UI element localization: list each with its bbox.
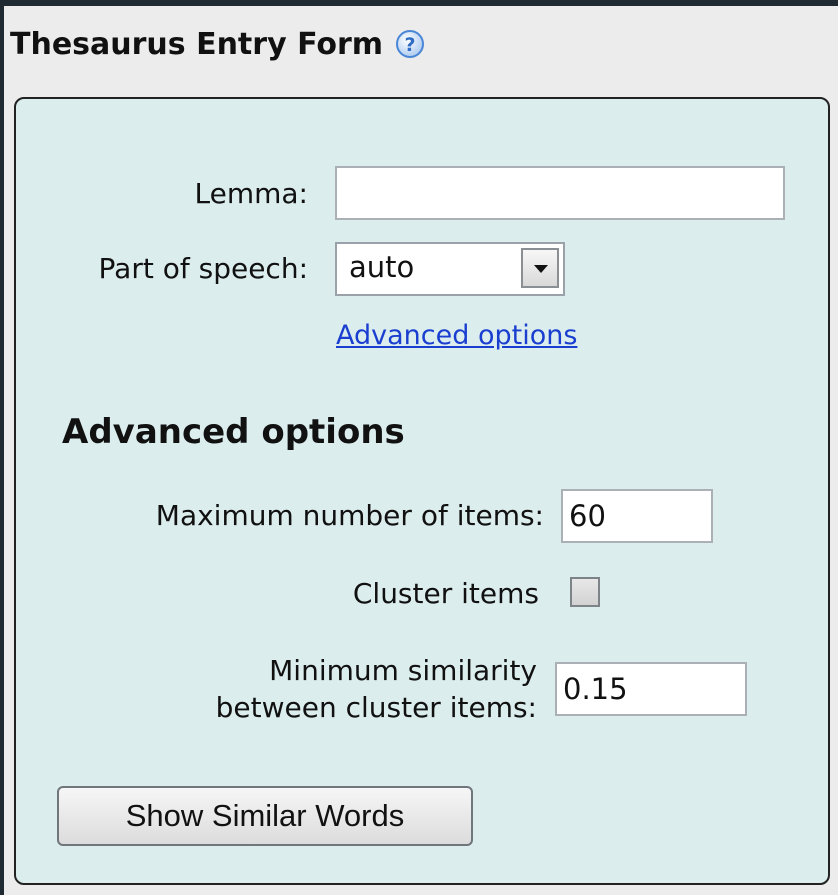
chevron-down-icon[interactable]: [521, 248, 559, 288]
svg-text:?: ?: [405, 34, 416, 56]
title-row: Thesaurus Entry Form ?: [10, 24, 425, 64]
show-similar-words-button[interactable]: Show Similar Words: [57, 786, 473, 846]
max-items-label: Maximum number of items:: [155, 499, 544, 532]
cluster-items-checkbox[interactable]: [570, 577, 600, 607]
form-title: Thesaurus Entry Form: [10, 26, 384, 62]
advanced-options-link[interactable]: Advanced options: [336, 320, 577, 351]
form-container: Thesaurus Entry Form ? Lemma: Part of sp…: [4, 6, 838, 895]
lemma-label: Lemma:: [194, 177, 308, 210]
min-similarity-label-line2: between cluster items:: [215, 691, 537, 724]
part-of-speech-select[interactable]: auto: [335, 242, 565, 296]
entry-form-panel: Lemma: Part of speech: auto Advanced opt…: [14, 97, 830, 885]
part-of-speech-label: Part of speech:: [98, 252, 308, 285]
advanced-options-heading: Advanced options: [62, 412, 405, 452]
min-similarity-input[interactable]: [555, 662, 747, 716]
cluster-items-label: Cluster items: [352, 577, 539, 610]
help-icon[interactable]: ?: [395, 29, 425, 59]
part-of-speech-value: auto: [349, 250, 415, 284]
lemma-input[interactable]: [335, 166, 785, 220]
max-items-input[interactable]: [561, 489, 713, 543]
min-similarity-label-line1: Minimum similarity: [269, 654, 537, 687]
